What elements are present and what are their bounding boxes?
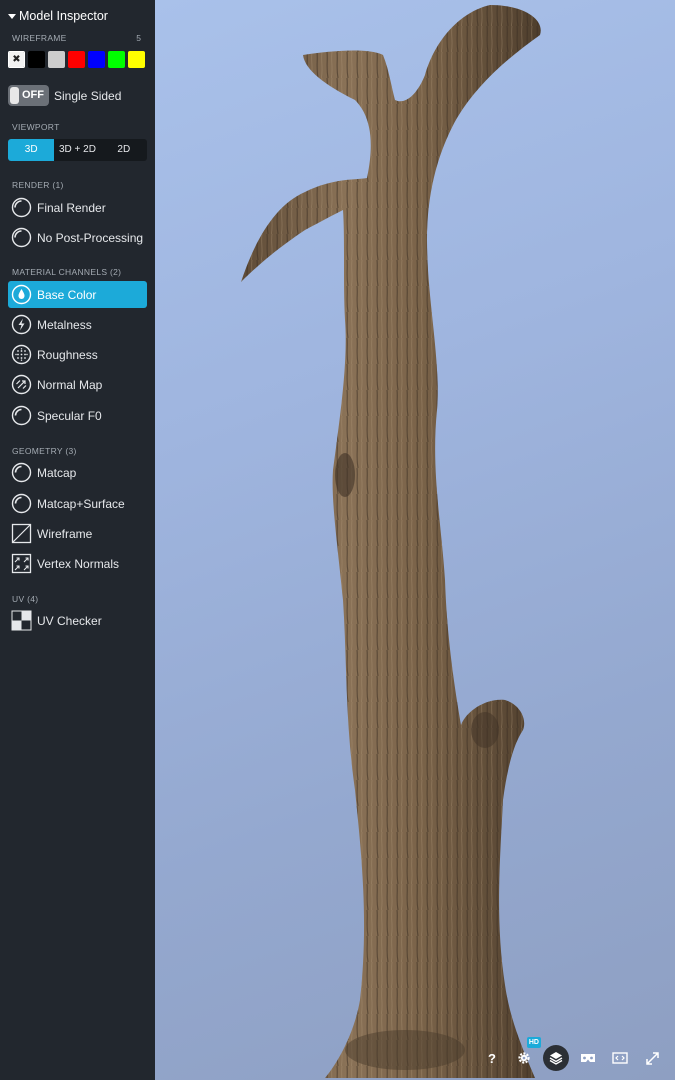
uv-checker[interactable]: UV Checker: [8, 607, 147, 634]
render-no-post-processing[interactable]: No Post-Processing: [8, 224, 147, 251]
final-render-icon: [11, 197, 32, 218]
fullscreen-icon: [645, 1051, 659, 1065]
3d-viewport[interactable]: ? HD: [155, 0, 675, 1080]
geometry-vertex-normals[interactable]: Vertex Normals: [8, 550, 147, 577]
caret-down-icon: [8, 13, 16, 19]
geometry-wireframe[interactable]: Wireframe: [8, 520, 147, 547]
uv-label: UV (4): [12, 594, 39, 604]
swatch-light-gray[interactable]: [48, 51, 65, 68]
toggle-knob: [10, 87, 19, 104]
layers-icon: [549, 1052, 563, 1065]
material-specular-f0[interactable]: Specular F0: [8, 402, 147, 429]
specular-f0-icon: [11, 405, 32, 426]
panel-header[interactable]: Model Inspector: [8, 9, 108, 23]
material-roughness[interactable]: Roughness: [8, 341, 147, 368]
swatch-black[interactable]: [28, 51, 45, 68]
wireframe-swatches: [8, 51, 145, 68]
vertex-normals-icon: [11, 553, 32, 574]
viewport-label: VIEWPORT: [12, 122, 60, 132]
uv-checker-icon: [11, 610, 32, 631]
matcap-surface-icon: [11, 493, 32, 514]
swatch-blue[interactable]: [88, 51, 105, 68]
swatch-yellow[interactable]: [128, 51, 145, 68]
toggle-state: OFF: [22, 89, 44, 101]
vr-headset-icon: [581, 1054, 595, 1062]
gear-icon: [518, 1052, 530, 1064]
material-base-color[interactable]: Base Color: [8, 281, 147, 308]
swatch-green[interactable]: [108, 51, 125, 68]
material-channels-label: MATERIAL CHANNELS (2): [12, 267, 122, 277]
wireframe-icon: [11, 523, 32, 544]
render-label: RENDER (1): [12, 180, 64, 190]
viewport-selector: 3D 3D + 2D 2D: [8, 139, 147, 161]
roughness-icon: [11, 344, 32, 365]
embed-icon: [612, 1052, 628, 1064]
model-inspector-panel: Model Inspector WIREFRAME 5 OFF Single S…: [0, 0, 155, 1080]
panel-title: Model Inspector: [19, 9, 108, 23]
geometry-matcap[interactable]: Matcap: [8, 459, 147, 486]
geometry-label: GEOMETRY (3): [12, 446, 77, 456]
viewport-3d-button[interactable]: 3D: [8, 139, 55, 161]
swatch-red[interactable]: [68, 51, 85, 68]
single-sided-row: OFF Single Sided: [8, 85, 121, 106]
tree-trunk-model: [241, 5, 541, 1078]
fullscreen-button[interactable]: [639, 1045, 665, 1071]
no-post-processing-icon: [11, 227, 32, 248]
help-button[interactable]: ?: [479, 1045, 505, 1071]
settings-button[interactable]: HD: [511, 1037, 541, 1071]
render-final-render[interactable]: Final Render: [8, 194, 147, 221]
material-normal-map[interactable]: Normal Map: [8, 371, 147, 398]
metalness-icon: [11, 314, 32, 335]
model-inspector-button[interactable]: [543, 1045, 569, 1071]
wireframe-label: WIREFRAME: [12, 33, 67, 43]
base-color-icon: [11, 284, 32, 305]
geometry-matcap-surface[interactable]: Matcap+Surface: [8, 490, 147, 517]
normal-map-icon: [11, 374, 32, 395]
viewport-2d-button[interactable]: 2D: [101, 139, 147, 161]
viewer-toolbar: ? HD: [479, 1037, 675, 1072]
hd-badge: HD: [526, 1037, 541, 1048]
single-sided-toggle[interactable]: OFF: [8, 85, 49, 106]
swatch-none[interactable]: [8, 51, 25, 68]
matcap-icon: [11, 462, 32, 483]
single-sided-label: Single Sided: [54, 88, 122, 103]
embed-button[interactable]: [607, 1045, 633, 1071]
viewport-3d-2d-button[interactable]: 3D + 2D: [54, 139, 100, 161]
wireframe-count: 5: [136, 33, 141, 43]
material-metalness[interactable]: Metalness: [8, 311, 147, 338]
vr-button[interactable]: [575, 1045, 601, 1071]
